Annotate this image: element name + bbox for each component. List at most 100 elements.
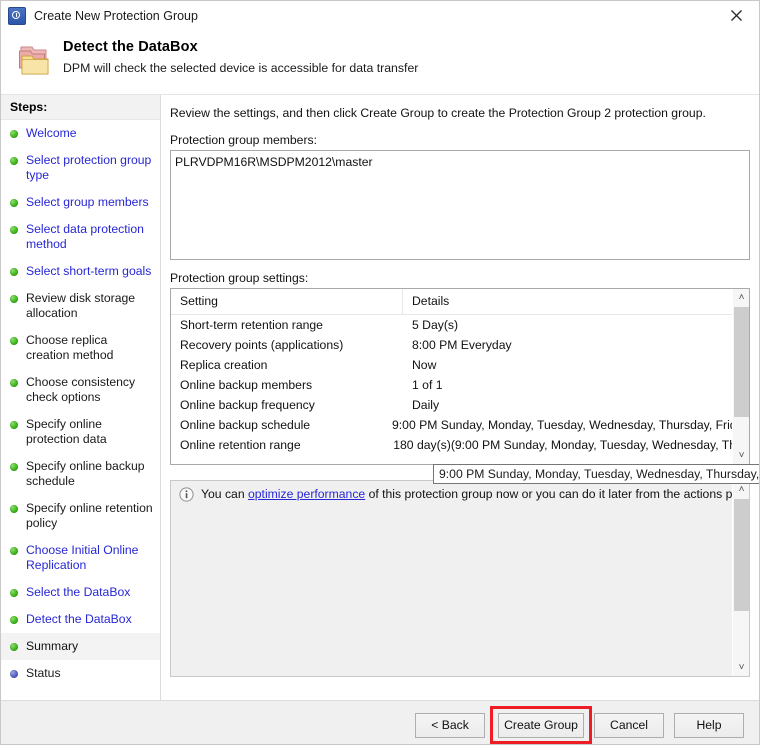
info-vertical-scrollbar[interactable]: ˄ ˅ [732, 481, 749, 676]
step-bullet-icon [10, 226, 18, 234]
page-title: Detect the DataBox [63, 39, 198, 55]
close-button[interactable] [714, 1, 759, 30]
steps-header: Steps: [1, 95, 160, 120]
folders-icon [19, 46, 49, 75]
info-prefix: You can [201, 487, 248, 501]
step-bullet-icon [10, 337, 18, 345]
sidebar-step-label: Select group members [26, 195, 149, 209]
info-panel: You can optimize performance of this pro… [170, 480, 750, 677]
sidebar-step-label: Choose Initial Online Replication [26, 543, 139, 572]
sidebar-step-label: Select the DataBox [26, 585, 131, 599]
window-title: Create New Protection Group [34, 9, 198, 23]
sidebar-step-select-short-term-goals[interactable]: Select short-term goals [1, 258, 160, 285]
back-button[interactable]: < Back [415, 713, 485, 738]
sidebar-step-choose-initial-online-replication[interactable]: Choose Initial Online Replication [1, 537, 160, 579]
sidebar-step-summary[interactable]: Summary [1, 633, 160, 660]
dpm-clock-icon [8, 7, 26, 25]
step-bullet-icon [10, 295, 18, 303]
settings-column-headers: Setting Details [171, 289, 732, 315]
title-bar: Create New Protection Group [1, 1, 759, 32]
setting-name-cell: Online backup schedule [180, 418, 311, 432]
sidebar-step-detect-the-databox[interactable]: Detect the DataBox [1, 606, 160, 633]
table-row[interactable]: Replica creation Now [171, 355, 732, 375]
page-header: Detect the DataBox DPM will check the se… [1, 31, 759, 95]
table-row[interactable]: Recovery points (applications) 8:00 PM Ev… [171, 335, 732, 355]
setting-details-cell: 5 Day(s) [412, 318, 459, 332]
optimize-performance-link[interactable]: optimize performance [248, 487, 365, 501]
header-text: Detect the DataBox DPM will check the se… [63, 39, 418, 75]
sidebar-step-label: Select protection group type [26, 153, 152, 182]
column-header-setting[interactable]: Setting [171, 289, 403, 314]
scroll-up-icon[interactable]: ˄ [733, 289, 749, 306]
sidebar-step-select-data-protection-method[interactable]: Select data protection method [1, 216, 160, 258]
sidebar-step-specify-online-retention-policy[interactable]: Specify online retention policy [1, 495, 160, 537]
step-bullet-icon [10, 199, 18, 207]
cancel-button[interactable]: Cancel [594, 713, 664, 738]
sidebar-step-specify-online-protection-data[interactable]: Specify online protection data [1, 411, 160, 453]
dialog-footer: < Back Create Group Cancel Help [1, 700, 759, 744]
step-bullet-icon [10, 643, 18, 651]
sidebar-step-label: Review disk storage allocation [26, 291, 136, 320]
sidebar-step-label: Specify online backup schedule [26, 459, 145, 488]
table-row[interactable]: Online backup members 1 of 1 [171, 375, 732, 395]
info-icon [179, 487, 194, 502]
main-pane: Review the settings, and then click Crea… [161, 95, 759, 700]
sidebar-step-review-disk-storage-allocation[interactable]: Review disk storage allocation [1, 285, 160, 327]
sidebar-step-specify-online-backup-schedule[interactable]: Specify online backup schedule [1, 453, 160, 495]
step-bullet-icon [10, 589, 18, 597]
sidebar-step-label: Select data protection method [26, 222, 144, 251]
sidebar-step-welcome[interactable]: Welcome [1, 120, 160, 147]
step-bullet-icon [10, 421, 18, 429]
sidebar-step-label: Detect the DataBox [26, 612, 132, 626]
step-bullet-icon [10, 547, 18, 555]
sidebar-step-choose-consistency-check-options[interactable]: Choose consistency check options [1, 369, 160, 411]
scroll-down-icon[interactable]: ˅ [733, 659, 749, 676]
sidebar-step-choose-replica-creation-method[interactable]: Choose replica creation method [1, 327, 160, 369]
scrollbar-thumb[interactable] [734, 499, 749, 611]
setting-details-cell: 8:00 PM Everyday [412, 338, 512, 352]
list-item[interactable]: PLRVDPM16R\MSDPM2012\master [171, 151, 749, 169]
setting-name-cell: Recovery points (applications) [180, 338, 344, 352]
step-bullet-icon [10, 379, 18, 387]
protection-group-settings-list[interactable]: Setting Details Short-term retention ran… [170, 288, 750, 465]
sidebar-step-label: Status [26, 666, 61, 680]
setting-details-cell: Daily [412, 398, 440, 412]
protection-group-members-list[interactable]: PLRVDPM16R\MSDPM2012\master [170, 150, 750, 260]
table-row[interactable]: Online retention range 180 day(s)(9:00 PM… [171, 435, 732, 455]
setting-details-cell: 1 of 1 [412, 378, 443, 392]
info-row: You can optimize performance of this pro… [171, 481, 749, 502]
steps-sidebar: Steps: Welcome Select protection group ty… [1, 95, 161, 700]
sidebar-step-label: Specify online retention policy [26, 501, 153, 530]
setting-name-cell: Short-term retention range [180, 318, 323, 332]
create-protection-group-dialog: Create New Protection Group Detect the D… [0, 0, 760, 745]
setting-details-cell: 180 day(s)(9:00 PM Sunday, Monday, Tuesd… [393, 438, 732, 452]
step-bullet-icon [10, 616, 18, 624]
sidebar-step-label: Select short-term goals [26, 264, 152, 278]
column-header-details[interactable]: Details [403, 289, 732, 314]
dialog-body: Steps: Welcome Select protection group ty… [1, 95, 759, 700]
settings-list-inner: Setting Details Short-term retention ran… [171, 289, 732, 464]
page-subtitle: DPM will check the selected device is ac… [63, 61, 419, 75]
table-row[interactable]: Short-term retention range 5 Day(s) [171, 315, 732, 335]
settings-vertical-scrollbar[interactable]: ˄ ˅ [732, 289, 749, 464]
sidebar-step-select-group-members[interactable]: Select group members [1, 189, 160, 216]
info-text: You can optimize performance of this pro… [201, 487, 749, 502]
step-bullet-icon [10, 463, 18, 471]
setting-name-cell: Online retention range [180, 438, 301, 452]
scroll-down-icon[interactable]: ˅ [733, 447, 749, 464]
sidebar-step-select-the-databox[interactable]: Select the DataBox [1, 579, 160, 606]
sidebar-step-label: Summary [26, 639, 79, 653]
settings-rows: Short-term retention range 5 Day(s) Recove… [171, 315, 732, 455]
sidebar-step-select-protection-group-type[interactable]: Select protection group type [1, 147, 160, 189]
steps-list: Welcome Select protection group type Selec… [1, 120, 160, 687]
schedule-tooltip: 9:00 PM Sunday, Monday, Tuesday, Wednesd… [433, 464, 759, 484]
create-group-button[interactable]: Create Group [498, 713, 584, 738]
step-bullet-icon [10, 670, 18, 678]
setting-name-cell: Replica creation [180, 358, 268, 372]
help-button[interactable]: Help [674, 713, 744, 738]
table-row[interactable]: Online backup frequency Daily [171, 395, 732, 415]
scrollbar-thumb[interactable] [734, 307, 749, 417]
step-bullet-icon [10, 505, 18, 513]
sidebar-step-status[interactable]: Status [1, 660, 160, 687]
table-row[interactable]: Online backup schedule 9:00 PM Sunday, Mo… [171, 415, 732, 435]
